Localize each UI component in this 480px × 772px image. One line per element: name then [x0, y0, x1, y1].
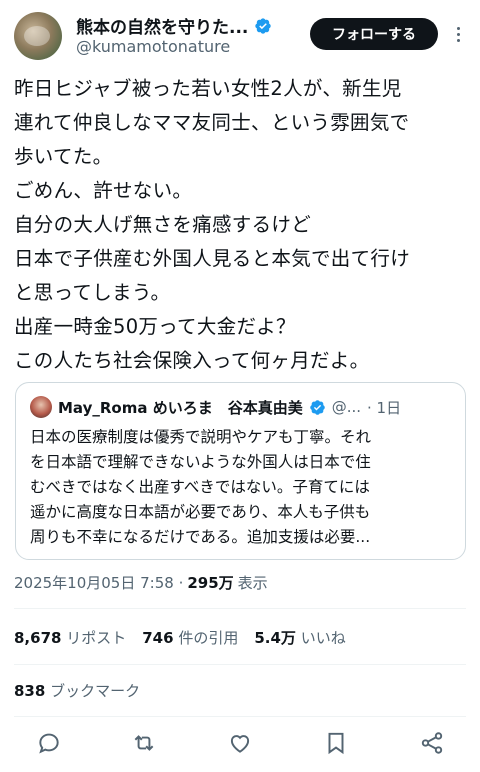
quote-timestamp: · 1日	[367, 398, 402, 417]
quote-line: 日本の医療制度は優秀で説明やケアも丁寧。それ	[30, 428, 372, 446]
share-icon[interactable]	[419, 730, 445, 756]
divider	[14, 664, 466, 665]
quote-tweet-card[interactable]: May_Roma めいろま 谷本真由美 @... · 1日 日本の医療制度は優秀…	[15, 382, 466, 560]
quote-line: を日本語で理解できないような外国人は日本で住	[30, 453, 371, 471]
quote-header: May_Roma めいろま 谷本真由美 @... · 1日	[30, 396, 401, 418]
tweet-line: 歩いてた。	[14, 145, 113, 168]
tweet-timestamp[interactable]: 2025年10月05日 7:58 ·	[14, 572, 183, 593]
tweet-text: 昨日ヒジャブ被った若い女性2人が、新生児 連れて仲良しなママ友同士、という雰囲気…	[14, 72, 470, 378]
author-avatar[interactable]	[14, 12, 62, 60]
quote-count: 746	[142, 629, 174, 647]
quote-line: むべきではなく出産すべきではない。子育てには	[30, 478, 370, 496]
like-stat[interactable]: 5.4万 いいね	[254, 627, 345, 648]
quote-stat[interactable]: 746 件の引用	[142, 627, 238, 648]
like-count: 5.4万	[254, 629, 296, 647]
like-label: いいね	[300, 629, 346, 647]
bookmark-count: 838	[14, 682, 46, 700]
repost-icon[interactable]	[131, 730, 157, 756]
author-name-row: 熊本の自然を守りた...	[76, 13, 272, 38]
author-display-name[interactable]: 熊本の自然を守りた...	[76, 13, 248, 38]
bookmark-label: ブックマーク	[50, 682, 141, 700]
tweet-line: 日本で子供産む外国人見ると本気で出て行け	[14, 247, 410, 270]
reply-icon[interactable]	[36, 730, 62, 756]
quote-author-avatar	[30, 396, 52, 418]
engagement-stats: 8,678 リポスト 746 件の引用 5.4万 いいね	[14, 627, 346, 648]
tweet-meta: 2025年10月05日 7:58 · 295万 表示	[14, 572, 268, 593]
follow-button[interactable]: フォローする	[310, 18, 438, 50]
author-handle[interactable]: @kumamotonature	[76, 37, 230, 56]
divider	[14, 608, 466, 609]
quote-verified-badge-icon	[309, 399, 325, 415]
tweet-line: 連れて仲良しなママ友同士、という雰囲気で	[14, 111, 410, 134]
quote-text: 日本の医療制度は優秀で説明やケアも丁寧。それ を日本語で理解できないような外国人…	[30, 425, 454, 550]
repost-label: リポスト	[66, 629, 127, 647]
tweet-line: 出産一時金50万って大金だよ？	[14, 315, 296, 338]
quote-label: 件の引用	[178, 629, 239, 647]
view-count: 295万	[187, 574, 234, 592]
tweet-line: ごめん、許せない。	[14, 179, 193, 202]
quote-author-name: May_Roma めいろま 谷本真由美	[58, 398, 303, 417]
quote-line: 遥かに高度な日本語が必要であり、本人も子供も	[30, 503, 371, 521]
tweet-line: 昨日ヒジャブ被った若い女性2人が、新生児	[14, 77, 402, 100]
repost-count: 8,678	[14, 629, 62, 647]
repost-stat[interactable]: 8,678 リポスト	[14, 627, 126, 648]
verified-badge-icon	[255, 17, 272, 34]
tweet-header: 熊本の自然を守りた... @kumamotonature フォローする	[0, 0, 480, 64]
view-label: 表示	[237, 574, 268, 592]
quote-line: 周りも不幸になるだけである。追加支援は必要...	[30, 528, 371, 546]
tweet-line: 自分の大人げ無さを痛感するけど	[14, 213, 312, 236]
quote-author-handle: @...	[331, 398, 362, 416]
like-icon[interactable]	[227, 730, 253, 756]
action-bar	[0, 724, 480, 760]
tweet-line: この人たち社会保険入って何ヶ月だよ。	[14, 349, 370, 372]
tweet-line: と思ってしまう。	[14, 281, 171, 304]
divider	[14, 716, 466, 717]
bookmark-icon[interactable]	[323, 730, 349, 756]
bookmark-stat[interactable]: 838 ブックマーク	[14, 680, 140, 701]
more-icon[interactable]	[448, 20, 468, 48]
